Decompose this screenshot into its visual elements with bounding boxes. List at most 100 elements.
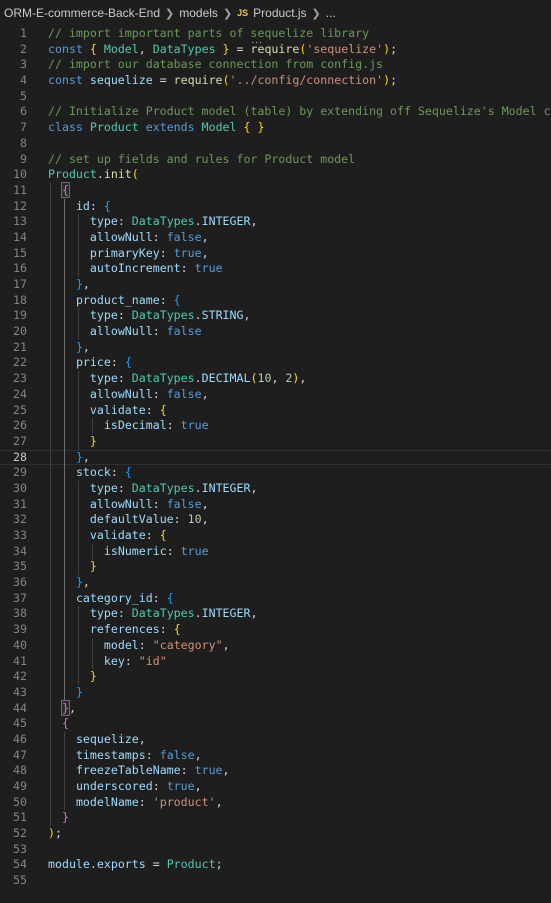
line-number: 16: [13, 261, 27, 276]
code-line[interactable]: 30 type: DataTypes.INTEGER,: [0, 480, 551, 497]
line-number: 39: [13, 622, 27, 637]
code-line[interactable]: 25 validate: {: [0, 402, 551, 419]
code-text: type: DataTypes.INTEGER,: [89, 214, 258, 229]
line-number: 8: [20, 135, 27, 150]
code-text: module.exports = Product;: [48, 857, 223, 872]
code-line[interactable]: 41 key: "id": [0, 653, 551, 670]
code-text: references: {: [89, 622, 181, 637]
line-number: 35: [13, 559, 27, 574]
code-line[interactable]: 40 model: "category",: [0, 637, 551, 654]
code-line[interactable]: 37 category_id: {: [0, 590, 551, 607]
code-text: sequelize,: [75, 731, 146, 746]
line-number: 9: [20, 151, 27, 166]
line-number: 43: [13, 684, 27, 699]
code-line[interactable]: 2 const { Model, DataTypes } = require('s…: [0, 42, 551, 58]
line-number: 24: [13, 386, 27, 401]
line-number: 26: [13, 418, 27, 433]
code-line[interactable]: 46 sequelize,: [0, 731, 551, 748]
code-line[interactable]: 31 allowNull: false,: [0, 496, 551, 513]
code-line[interactable]: 53: [0, 842, 551, 858]
line-number: 19: [13, 308, 27, 323]
code-line[interactable]: 4 const sequelize = require('../config/co…: [0, 73, 551, 89]
code-line[interactable]: 28 },: [0, 449, 551, 466]
line-number: 32: [13, 512, 27, 527]
code-line[interactable]: 26 isDecimal: true: [0, 418, 551, 434]
line-number: 2: [20, 41, 27, 56]
code-line[interactable]: 6 // Initialize Product model (table) by …: [0, 104, 551, 120]
code-line[interactable]: 39 references: {: [0, 622, 551, 638]
code-line[interactable]: 5: [0, 89, 551, 105]
code-line[interactable]: 27 }: [0, 433, 551, 450]
code-line[interactable]: 12 id: {: [0, 198, 551, 215]
code-text: category_id: {: [75, 590, 174, 605]
code-line[interactable]: 18 product_name: {: [0, 292, 551, 309]
code-text: autoIncrement: true: [89, 261, 223, 276]
code-line[interactable]: 33 validate: {: [0, 528, 551, 544]
code-line[interactable]: 1 // import important parts of sequelize …: [0, 26, 551, 42]
code-line[interactable]: 21 },: [0, 339, 551, 356]
code-line[interactable]: 35 }: [0, 559, 551, 576]
code-line[interactable]: 45 {: [0, 716, 551, 732]
code-line[interactable]: 19 type: DataTypes.STRING,: [0, 308, 551, 325]
line-number: 4: [20, 73, 27, 88]
code-line[interactable]: 36 },: [0, 575, 551, 591]
code-line[interactable]: 38 type: DataTypes.INTEGER,: [0, 606, 551, 623]
line-number: 54: [13, 857, 27, 872]
code-text: primaryKey: true,: [89, 245, 209, 260]
code-text: class Product extends Model { }: [48, 120, 265, 135]
code-line[interactable]: 47 timestamps: false,: [0, 747, 551, 764]
code-line[interactable]: 15 primaryKey: true,: [0, 245, 551, 262]
code-line[interactable]: 14 allowNull: false,: [0, 229, 551, 246]
code-line[interactable]: 23 type: DataTypes.DECIMAL(10, 2),: [0, 371, 551, 387]
code-line[interactable]: 22 price: {: [0, 355, 551, 372]
breadcrumb-file[interactable]: Product.js: [253, 6, 306, 20]
line-number: 34: [13, 543, 27, 558]
code-editor[interactable]: 1 // import important parts of sequelize …: [0, 26, 551, 889]
code-text: id: {: [75, 198, 111, 213]
code-text: const { Model, DataTypes } = require('se…: [48, 42, 397, 58]
code-text: }: [61, 810, 69, 825]
code-text: freezeTableName: true,: [75, 763, 230, 778]
code-line[interactable]: 29 stock: {: [0, 465, 551, 481]
code-line[interactable]: 51 }: [0, 810, 551, 827]
code-line[interactable]: 7 class Product extends Model { }: [0, 120, 551, 136]
code-line[interactable]: 24 allowNull: false,: [0, 386, 551, 403]
code-line[interactable]: 10 Product.init(: [0, 167, 551, 183]
code-line[interactable]: 9 // set up fields and rules for Product …: [0, 152, 551, 168]
code-line[interactable]: 17 },: [0, 277, 551, 293]
line-number: 42: [13, 669, 27, 684]
code-line[interactable]: 52);: [0, 826, 551, 842]
code-text: allowNull: false,: [89, 496, 209, 511]
code-line[interactable]: 11 {: [0, 181, 551, 199]
line-number: 45: [13, 716, 27, 731]
code-line[interactable]: 8: [0, 136, 551, 152]
breadcrumb-symbols[interactable]: ...: [326, 6, 336, 20]
line-number: 46: [13, 731, 27, 746]
code-line[interactable]: 3 // import our database connection from …: [0, 57, 551, 73]
breadcrumb-folder[interactable]: ORM-E-commerce-Back-End: [4, 6, 160, 20]
code-line[interactable]: 13 type: DataTypes.INTEGER,: [0, 214, 551, 230]
code-line[interactable]: 42 }: [0, 669, 551, 685]
code-text: type: DataTypes.DECIMAL(10, 2),: [89, 371, 307, 386]
line-number: 7: [20, 120, 27, 135]
code-line[interactable]: 20 allowNull: false: [0, 324, 551, 340]
code-line[interactable]: 16 autoIncrement: true: [0, 261, 551, 277]
code-line[interactable]: 32 defaultValue: 10,: [0, 512, 551, 528]
code-line[interactable]: 54 module.exports = Product;: [0, 857, 551, 873]
code-line[interactable]: 55: [0, 873, 551, 889]
code-line[interactable]: 49 underscored: true,: [0, 779, 551, 795]
code-line[interactable]: 34 isNumeric: true: [0, 543, 551, 560]
line-number: 12: [13, 198, 27, 213]
breadcrumb-subfolder[interactable]: models: [179, 6, 218, 20]
code-text: underscored: true,: [75, 779, 202, 793]
code-line[interactable]: 50 modelName: 'product',: [0, 794, 551, 811]
line-number: 28: [13, 449, 27, 464]
code-text: validate: {: [89, 402, 167, 417]
code-text: isDecimal: true: [103, 418, 209, 433]
code-line[interactable]: 44 },: [0, 699, 551, 717]
code-line[interactable]: 43 }: [0, 684, 551, 701]
code-text: Product.init(: [48, 167, 139, 182]
line-number: 53: [13, 841, 27, 856]
code-text: type: DataTypes.INTEGER,: [89, 480, 258, 495]
code-line[interactable]: 48 freezeTableName: true,: [0, 763, 551, 779]
